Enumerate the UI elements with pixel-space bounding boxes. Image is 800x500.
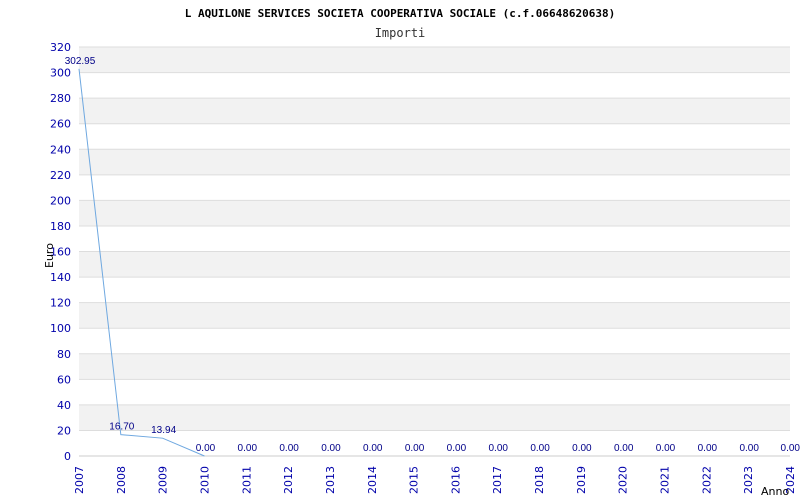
x-tick-label: 2012 bbox=[282, 466, 295, 494]
y-tick-label: 280 bbox=[50, 92, 71, 105]
plot-band bbox=[79, 174, 790, 201]
plot-band bbox=[79, 47, 790, 73]
plot-band bbox=[79, 225, 790, 252]
plot-band bbox=[79, 149, 790, 175]
x-tick-label: 2008 bbox=[115, 466, 128, 494]
x-tick-labels: 2007 2008 2009 2010 2011 2012 2013 2014 2015 2016… bbox=[73, 466, 797, 494]
line-chart: L AQUILONE SERVICES SOCIETA COOPERATIVA … bbox=[43, 7, 800, 498]
data-label: 0.00 bbox=[196, 443, 216, 454]
x-tick-label: 2014 bbox=[366, 466, 379, 494]
plot-band bbox=[79, 379, 790, 405]
y-tick-label: 0 bbox=[64, 450, 71, 463]
data-label: 0.00 bbox=[238, 443, 258, 454]
y-tick-label: 120 bbox=[50, 297, 71, 310]
chart-subtitle: Importi bbox=[375, 26, 426, 40]
x-tick-label: 2021 bbox=[659, 466, 672, 494]
data-label: 0.00 bbox=[614, 443, 634, 454]
y-tick-label: 60 bbox=[57, 373, 71, 386]
y-tick-label: 40 bbox=[57, 399, 71, 412]
x-tick-label: 2007 bbox=[73, 466, 86, 494]
chart-title: L AQUILONE SERVICES SOCIETA COOPERATIVA … bbox=[185, 7, 615, 20]
x-axis-label: Anno bbox=[761, 485, 789, 498]
plot-band bbox=[79, 277, 790, 303]
x-tick-label: 2020 bbox=[617, 466, 630, 494]
data-label: 13.94 bbox=[151, 425, 176, 436]
y-tick-label: 180 bbox=[50, 220, 71, 233]
plot-band bbox=[79, 353, 790, 380]
y-axis-label: Euro bbox=[43, 243, 56, 268]
data-label: 0.00 bbox=[447, 443, 467, 454]
data-label: 16.70 bbox=[109, 422, 134, 433]
data-label: 0.00 bbox=[698, 443, 718, 454]
data-label: 0.00 bbox=[739, 443, 759, 454]
y-tick-label: 140 bbox=[50, 271, 71, 284]
data-label: 0.00 bbox=[530, 443, 550, 454]
data-label: 0.00 bbox=[321, 443, 341, 454]
x-tick-label: 2011 bbox=[240, 466, 253, 494]
y-tick-label: 240 bbox=[50, 143, 71, 156]
data-label: 0.00 bbox=[572, 443, 592, 454]
x-tick-label: 2009 bbox=[157, 466, 170, 494]
plot-band bbox=[79, 123, 790, 150]
y-tick-label: 260 bbox=[50, 118, 71, 131]
y-tick-label: 320 bbox=[50, 41, 71, 54]
data-label: 0.00 bbox=[781, 443, 800, 454]
x-tick-label: 2016 bbox=[449, 466, 462, 494]
plot-band bbox=[79, 98, 790, 124]
plot-band bbox=[79, 328, 790, 354]
y-tick-label: 200 bbox=[50, 194, 71, 207]
y-tick-label: 80 bbox=[57, 348, 71, 361]
data-label: 0.00 bbox=[489, 443, 509, 454]
plot-band bbox=[79, 72, 790, 99]
x-tick-label: 2010 bbox=[198, 466, 211, 494]
y-tick-label: 20 bbox=[57, 424, 71, 437]
x-tick-label: 2015 bbox=[408, 466, 421, 494]
y-tick-label: 220 bbox=[50, 169, 71, 182]
data-label: 0.00 bbox=[363, 443, 383, 454]
plot-band bbox=[79, 404, 790, 431]
data-label: 0.00 bbox=[279, 443, 299, 454]
plot-band bbox=[79, 430, 790, 456]
data-label: 302.95 bbox=[65, 56, 96, 67]
plot-band bbox=[79, 251, 790, 278]
x-tick-label: 2023 bbox=[742, 466, 755, 494]
y-tick-label: 100 bbox=[50, 322, 71, 335]
plot-band bbox=[79, 302, 790, 329]
x-tick-label: 2019 bbox=[575, 466, 588, 494]
x-tick-label: 2017 bbox=[491, 466, 504, 494]
plot-band bbox=[79, 200, 790, 226]
y-tick-label: 300 bbox=[50, 67, 71, 80]
data-label: 0.00 bbox=[656, 443, 676, 454]
x-tick-label: 2022 bbox=[700, 466, 713, 494]
x-tick-label: 2018 bbox=[533, 466, 546, 494]
data-label: 0.00 bbox=[405, 443, 425, 454]
x-tick-label: 2013 bbox=[324, 466, 337, 494]
